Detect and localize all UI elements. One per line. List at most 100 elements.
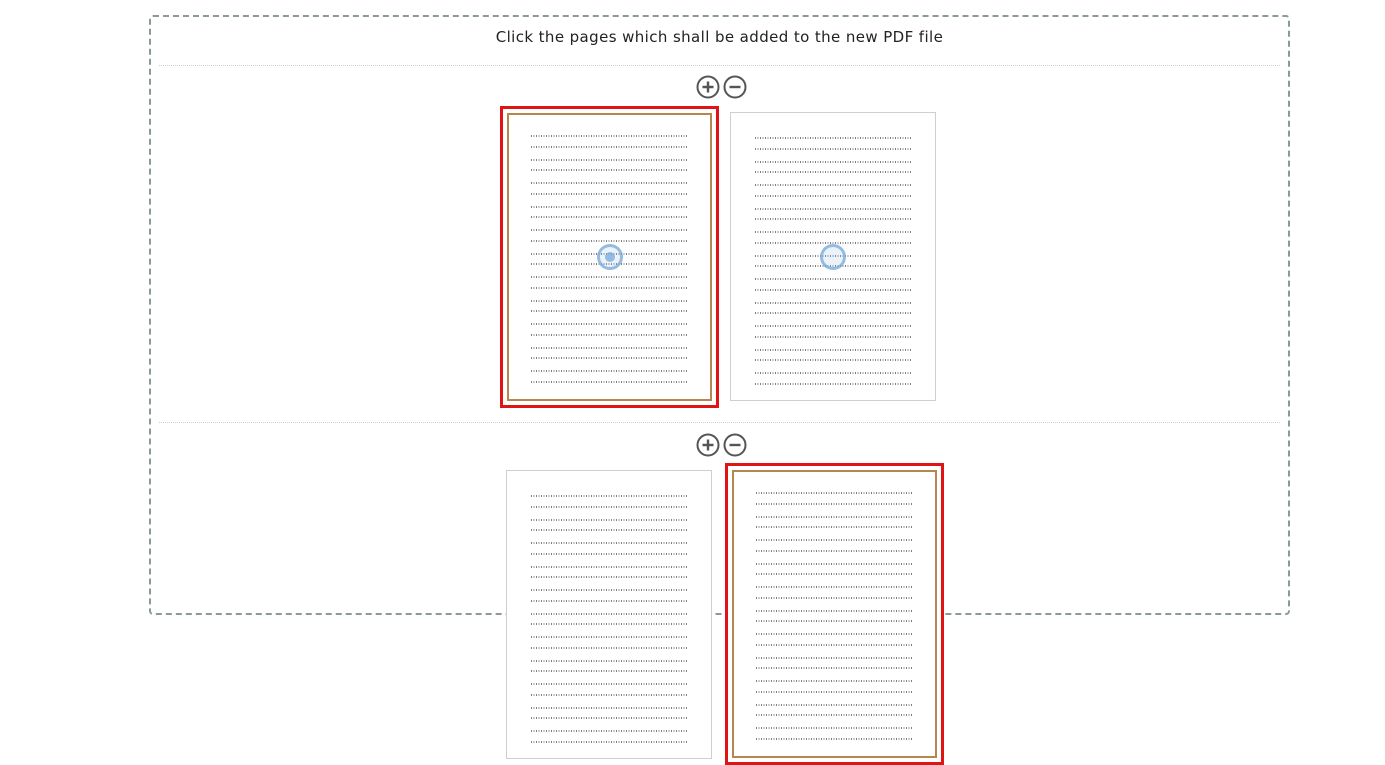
text-line (531, 612, 687, 615)
text-line (756, 667, 913, 669)
text-line (756, 586, 913, 588)
text-line (531, 158, 688, 161)
text-line (531, 576, 687, 578)
text-line (531, 589, 687, 591)
text-line (755, 171, 911, 173)
text-line (756, 539, 913, 541)
text-line (756, 656, 913, 659)
text-line (531, 740, 687, 743)
text-line (531, 380, 688, 383)
text-line (531, 552, 687, 555)
text-line (531, 693, 687, 696)
text-line (531, 730, 687, 732)
text-line (531, 182, 688, 184)
text-line (755, 372, 911, 374)
text-line (531, 205, 688, 208)
text-line (531, 518, 687, 521)
page-content (756, 492, 913, 751)
text-line (755, 335, 911, 338)
text-line (755, 348, 911, 351)
text-line (531, 263, 688, 265)
text-line (755, 359, 911, 361)
text-line (756, 515, 913, 518)
text-line (755, 137, 911, 139)
text-line (755, 265, 911, 267)
text-line (531, 357, 688, 359)
text-line (755, 184, 911, 186)
page-content (531, 495, 687, 754)
text-line (756, 714, 913, 716)
text-line (756, 633, 913, 635)
text-line (531, 333, 688, 336)
text-line (755, 278, 911, 280)
text-line (531, 135, 688, 137)
text-line (531, 495, 687, 497)
page-content (531, 135, 688, 394)
text-line (756, 620, 913, 622)
text-line (755, 288, 911, 291)
text-line (531, 706, 687, 709)
text-line (531, 623, 687, 625)
text-line (531, 346, 688, 349)
zoom-out-button[interactable] (723, 433, 747, 457)
text-line (531, 229, 688, 231)
page-content (755, 137, 911, 396)
text-line (756, 492, 913, 494)
text-line (755, 231, 911, 233)
page-thumbnail-doc2-page2[interactable] (725, 463, 944, 765)
text-line (531, 529, 687, 531)
text-line (531, 286, 688, 289)
minus-circle-icon (723, 433, 747, 457)
text-line (531, 239, 688, 242)
text-line (755, 218, 911, 220)
text-line (756, 596, 913, 599)
text-line (531, 370, 688, 372)
text-line (531, 636, 687, 638)
zoom-in-button[interactable] (696, 75, 720, 99)
text-line (755, 194, 911, 197)
text-line (531, 599, 687, 602)
text-line (531, 310, 688, 312)
text-line (755, 147, 911, 150)
text-line (531, 169, 688, 171)
page-thumbnail-doc1-page2[interactable] (730, 112, 936, 401)
text-line (531, 276, 688, 278)
text-line (531, 659, 687, 662)
text-line (531, 542, 687, 544)
text-line (756, 526, 913, 528)
text-line (756, 573, 913, 575)
text-line (756, 609, 913, 612)
text-line (531, 299, 688, 302)
text-line (756, 703, 913, 706)
page-thumbnail-doc1-page1[interactable] (500, 106, 719, 408)
zoom-out-button[interactable] (723, 75, 747, 99)
instruction-text: Click the pages which shall be added to … (495, 28, 944, 46)
text-line (755, 207, 911, 210)
divider (159, 65, 1280, 66)
page-selection-panel: Click the pages which shall be added to … (149, 15, 1290, 765)
text-line (756, 727, 913, 729)
text-line (756, 680, 913, 682)
plus-circle-icon (696, 75, 720, 99)
text-line (531, 670, 687, 672)
text-line (755, 160, 911, 163)
page-thumbnail-doc2-page1[interactable] (506, 470, 712, 759)
minus-circle-icon (723, 75, 747, 99)
text-line (756, 643, 913, 646)
divider (159, 422, 1280, 423)
zoom-in-button[interactable] (696, 433, 720, 457)
text-line (756, 737, 913, 740)
text-line (755, 382, 911, 385)
text-line (531, 323, 688, 325)
text-line (531, 145, 688, 148)
text-line (755, 312, 911, 314)
text-line (531, 252, 688, 255)
text-line (531, 683, 687, 685)
text-line (756, 690, 913, 693)
text-line (531, 192, 688, 195)
zoom-controls (696, 433, 748, 457)
text-line (531, 505, 687, 508)
text-line (755, 325, 911, 327)
text-line (531, 646, 687, 649)
text-line (531, 717, 687, 719)
